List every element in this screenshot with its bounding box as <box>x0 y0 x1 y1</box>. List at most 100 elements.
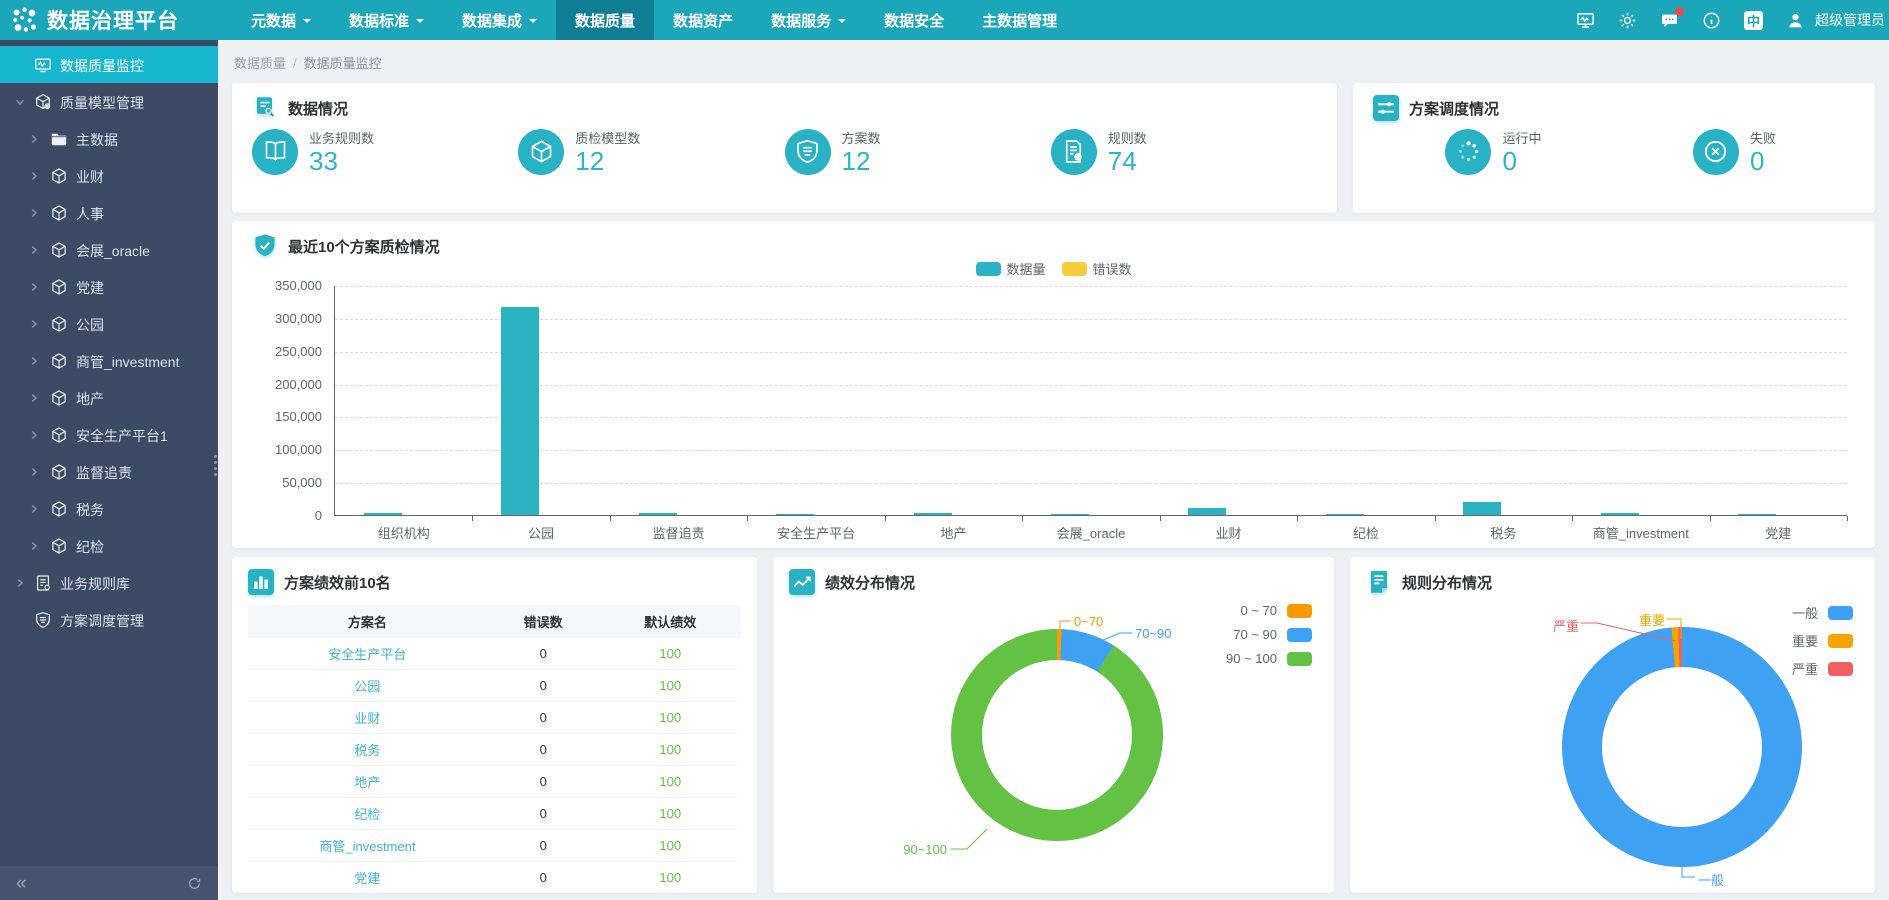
table-row[interactable]: 党建0100 <box>248 862 741 894</box>
stat-label: 运行中 <box>1502 128 1541 147</box>
book-icon <box>252 129 298 175</box>
table-row[interactable]: 安全生产平台0100 <box>248 638 741 670</box>
rule-donut-card: 规则分布情况 重要 严重 一般 一般重要严重 <box>1350 557 1875 893</box>
nav-item[interactable]: 主数据管理 <box>963 0 1076 40</box>
nav-item[interactable]: 数据资产 <box>654 0 752 40</box>
legend-item[interactable]: 一般 <box>1792 603 1853 622</box>
performance-donut-card: 绩效分布情况 0~70 70~90 90~100 0 ~ 7070 ~ 9090… <box>773 557 1334 893</box>
sidebar-footer: « <box>0 866 218 900</box>
messages-icon[interactable] <box>1660 11 1679 30</box>
monitor-chart-icon[interactable] <box>1576 11 1595 30</box>
sidebar-item[interactable]: 商管_investment <box>0 342 218 379</box>
card-header: 方案绩效前10名 <box>248 569 741 595</box>
sidebar-item[interactable]: 党建 <box>0 268 218 305</box>
info-icon[interactable] <box>1702 11 1721 30</box>
bar-chart-icon <box>248 569 274 595</box>
scheme-name-link[interactable]: 商管_investment <box>248 830 487 862</box>
y-axis-tick-label: 150,000 <box>252 409 322 424</box>
legend-item[interactable]: 数据量 <box>975 259 1045 278</box>
sidebar-item[interactable]: 人事 <box>0 194 218 231</box>
legend-item[interactable]: 重要 <box>1792 631 1853 650</box>
sidebar-item[interactable]: 数据质量监控 <box>0 46 218 83</box>
performance-cell: 100 <box>600 734 741 766</box>
scheme-name-link[interactable]: 公园 <box>248 670 487 702</box>
scheme-name-link[interactable]: 税务 <box>248 734 487 766</box>
table-row[interactable]: 税务0100 <box>248 734 741 766</box>
performance-cell: 100 <box>600 862 741 894</box>
sidebar-item[interactable]: 主数据 <box>0 120 218 157</box>
sidebar-resize-handle[interactable] <box>214 455 217 476</box>
sidebar-item-label: 商管_investment <box>76 352 179 372</box>
sidebar-item[interactable]: 公园 <box>0 305 218 342</box>
chevron-right-icon <box>28 281 40 293</box>
nav-item-label: 数据标准 <box>349 10 409 31</box>
nav-item[interactable]: 数据安全 <box>865 0 963 40</box>
table-row[interactable]: 公园0100 <box>248 670 741 702</box>
legend-item[interactable]: 错误数 <box>1062 259 1132 278</box>
table-row[interactable]: 地产0100 <box>248 766 741 798</box>
legend-item[interactable]: 90 ~ 100 <box>1226 651 1312 666</box>
scheme-name-link[interactable]: 党建 <box>248 862 487 894</box>
table-row[interactable]: 商管_investment0100 <box>248 830 741 862</box>
bar-chart-category-slot: 组织机构 <box>335 286 472 515</box>
sidebar-item[interactable]: 业务规则库 <box>0 564 218 601</box>
sidebar-item[interactable]: 监督追责 <box>0 453 218 490</box>
sidebar-item[interactable]: 业财 <box>0 157 218 194</box>
stat-label: 质检模型数 <box>575 128 640 147</box>
performance-cell: 100 <box>600 638 741 670</box>
language-icon[interactable]: 中 <box>1744 11 1763 30</box>
gear-icon[interactable] <box>1618 11 1637 30</box>
sidebar-item[interactable]: 纪检 <box>0 527 218 564</box>
nav-item-label: 数据服务 <box>771 10 831 31</box>
scheme-name-link[interactable]: 纪检 <box>248 798 487 830</box>
legend-item[interactable]: 70 ~ 90 <box>1233 627 1312 642</box>
notification-badge <box>1675 7 1684 16</box>
sidebar-item[interactable]: 税务 <box>0 490 218 527</box>
chevron-right-icon <box>28 392 40 404</box>
sidebar-item[interactable]: 安全生产平台1 <box>0 416 218 453</box>
nav-item[interactable]: 数据服务 <box>752 0 865 40</box>
cube-icon <box>518 129 564 175</box>
cube-gear-icon <box>34 93 52 111</box>
nav-item[interactable]: 元数据 <box>232 0 330 40</box>
y-axis-tick-label: 250,000 <box>252 344 322 359</box>
collapse-sidebar-button[interactable]: « <box>16 874 27 893</box>
nav-item[interactable]: 数据质量 <box>556 0 654 40</box>
card-header: 绩效分布情况 <box>789 569 1318 595</box>
card-header: 最近10个方案质检情况 <box>252 233 1855 259</box>
sidebar-item-label: 安全生产平台1 <box>76 426 168 446</box>
performance-cell: 100 <box>600 766 741 798</box>
error-count-cell: 0 <box>487 798 600 830</box>
bar-chart-category-slot: 党建 <box>1710 286 1847 515</box>
scheme-name-link[interactable]: 业财 <box>248 702 487 734</box>
scheme-name-link[interactable]: 安全生产平台 <box>248 638 487 670</box>
x-axis-tick-label: 纪检 <box>1297 523 1434 542</box>
performance-cell: 100 <box>600 702 741 734</box>
sidebar-item[interactable]: 方案调度管理 <box>0 601 218 638</box>
stat-label: 失败 <box>1750 128 1776 147</box>
sidebar-item-label: 业务规则库 <box>60 574 130 594</box>
stat-card: 运行中0 <box>1373 128 1614 176</box>
legend-item[interactable]: 0 ~ 70 <box>1240 603 1312 618</box>
chevron-right-icon <box>28 355 40 367</box>
stat-card: 规则数74 <box>1051 128 1317 176</box>
sidebar-item[interactable]: 质量模型管理 <box>0 83 218 120</box>
refresh-icon[interactable] <box>187 876 202 891</box>
table-row[interactable]: 业财0100 <box>248 702 741 734</box>
user-icon[interactable] <box>1786 11 1805 30</box>
sidebar-item[interactable]: 会展_oracle <box>0 231 218 268</box>
breadcrumb-item[interactable]: 数据质量 <box>234 56 286 71</box>
shield-icon <box>785 129 831 175</box>
nav-item[interactable]: 数据标准 <box>330 0 443 40</box>
bar-data-series <box>776 514 814 516</box>
nav-item[interactable]: 数据集成 <box>443 0 556 40</box>
nav-item-label: 元数据 <box>251 10 296 31</box>
shield-icon <box>34 611 52 629</box>
scheme-name-link[interactable]: 地产 <box>248 766 487 798</box>
section-title: 方案调度情况 <box>1409 98 1499 119</box>
sidebar-item[interactable]: 地产 <box>0 379 218 416</box>
legend-item[interactable]: 严重 <box>1792 659 1853 678</box>
bar-chart-category-slot: 公园 <box>472 286 609 515</box>
chevron-down-icon <box>14 96 26 108</box>
table-row[interactable]: 纪检0100 <box>248 798 741 830</box>
